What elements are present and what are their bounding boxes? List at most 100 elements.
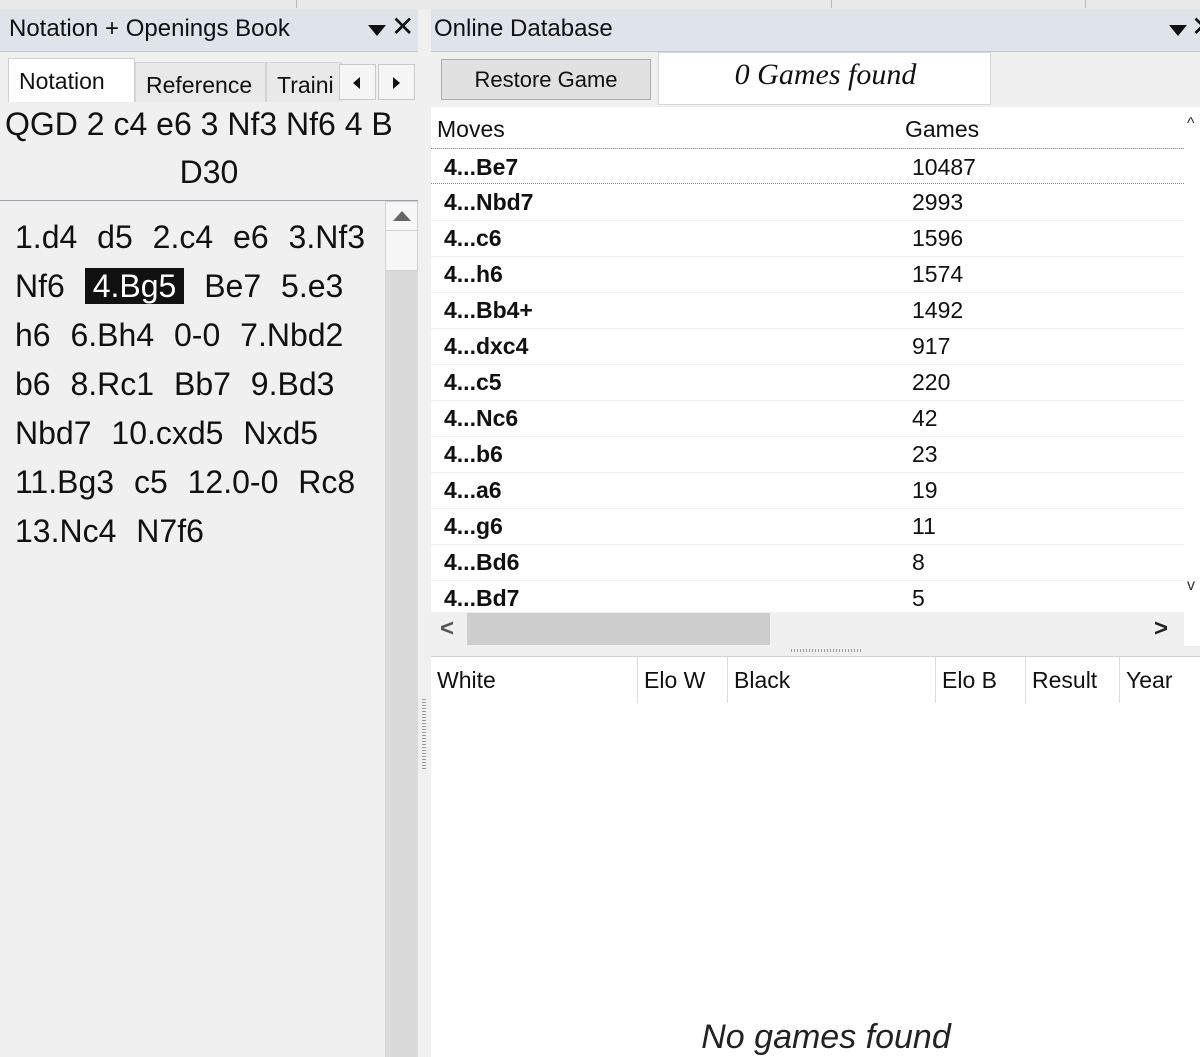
- move[interactable]: Be7: [204, 268, 261, 304]
- scrollbar-thumb[interactable]: [385, 231, 418, 271]
- table-row[interactable]: 4...Bd6 8: [431, 544, 1184, 581]
- move[interactable]: 6.Bh4: [70, 317, 154, 353]
- move[interactable]: Bb7: [174, 366, 231, 402]
- chevron-right-icon: [393, 77, 400, 89]
- games-count-cell: 5: [912, 585, 925, 611]
- opening-line: QGD 2 c4 e6 3 Nf3 Nf6 4 B: [5, 106, 393, 142]
- close-icon[interactable]: ✕: [391, 12, 414, 42]
- move-cell: 4...a6: [444, 477, 502, 503]
- table-row[interactable]: 4...Be7 10487: [431, 148, 1184, 184]
- move[interactable]: d5: [97, 219, 133, 255]
- column-header-moves[interactable]: Moves: [437, 107, 505, 147]
- tab-training[interactable]: Traini: [266, 62, 342, 102]
- column-header-white[interactable]: White: [431, 657, 637, 703]
- notation-tabbar: Notation Reference Traini: [0, 52, 420, 102]
- table-row[interactable]: 4...c6 1596: [431, 220, 1184, 257]
- move[interactable]: c5: [134, 464, 168, 500]
- move-cell: 4...h6: [444, 261, 503, 287]
- move[interactable]: 10.cxd5: [111, 415, 223, 451]
- move[interactable]: b6: [15, 366, 51, 402]
- column-header-year[interactable]: Year: [1119, 657, 1200, 703]
- chevron-up-icon: [393, 211, 411, 221]
- move-cell: 4...c5: [444, 369, 502, 395]
- scroll-up-button[interactable]: [385, 201, 418, 231]
- chevron-down-icon[interactable]: [1169, 25, 1187, 36]
- column-header-elo-white[interactable]: Elo W: [637, 657, 727, 703]
- games-count-cell: 1574: [912, 261, 964, 287]
- moves-table-hscrollbar[interactable]: < >: [431, 612, 1184, 646]
- tab-scroll-left-button[interactable]: [339, 64, 376, 100]
- move[interactable]: 1.d4: [15, 219, 77, 255]
- tab-scroll-right-button[interactable]: [378, 64, 415, 100]
- games-found-label: 0 Games found: [734, 58, 917, 91]
- move[interactable]: 9.Bd3: [251, 366, 335, 402]
- games-count-cell: 2993: [912, 189, 964, 215]
- selected-move[interactable]: 4.Bg5: [84, 268, 185, 304]
- move[interactable]: 2.c4: [153, 219, 213, 255]
- column-header-elo-black[interactable]: Elo B: [935, 657, 1025, 703]
- move-cell: 4...Be7: [444, 154, 519, 180]
- moves-table-scrollbar[interactable]: ^ v: [1184, 107, 1200, 612]
- move[interactable]: e6: [233, 219, 269, 255]
- chevron-left-icon[interactable]: <: [440, 615, 454, 643]
- table-row[interactable]: 4...Nc6 42: [431, 400, 1184, 437]
- chevron-down-icon[interactable]: [368, 25, 386, 36]
- table-row[interactable]: 4...h6 1574: [431, 256, 1184, 293]
- panel-title: Notation + Openings Book: [9, 15, 290, 42]
- games-count-cell: 42: [912, 405, 938, 431]
- move[interactable]: 0-0: [174, 317, 220, 353]
- horizontal-splitter[interactable]: [431, 646, 1200, 657]
- moves-table-header: Moves Games: [431, 107, 1184, 149]
- splitter-grip[interactable]: [422, 699, 426, 769]
- move-cell: 4...Bd7: [444, 585, 520, 611]
- tab-notation[interactable]: Notation: [8, 58, 135, 102]
- move[interactable]: Nbd7: [15, 415, 92, 451]
- move[interactable]: 11.Bg3: [15, 464, 114, 500]
- games-count-cell: 10487: [912, 154, 976, 180]
- move[interactable]: Rc8: [298, 464, 355, 500]
- move-list: 1.d4 d5 2.c4 e6 3.Nf3 Nf6 4.Bg5 Be7 5.e3…: [15, 213, 387, 556]
- online-database-panel: Online Database ✕ Restore Game 0 Games f…: [431, 9, 1200, 1057]
- column-header-games[interactable]: Games: [905, 107, 979, 147]
- move[interactable]: Nf6: [15, 268, 65, 304]
- notation-moves-area[interactable]: 1.d4 d5 2.c4 e6 3.Nf3 Nf6 4.Bg5 Be7 5.e3…: [5, 201, 385, 1057]
- move[interactable]: h6: [15, 317, 51, 353]
- table-row[interactable]: 4...dxc4 917: [431, 328, 1184, 365]
- splitter-grip[interactable]: [791, 649, 861, 652]
- move[interactable]: 7.Nbd2: [240, 317, 343, 353]
- table-row[interactable]: 4...a6 19: [431, 472, 1184, 509]
- table-row[interactable]: 4...b6 23: [431, 436, 1184, 473]
- move-cell: 4...Bb4+: [444, 297, 533, 323]
- database-toolbar: Restore Game 0 Games found: [431, 52, 1200, 107]
- move[interactable]: 3.Nf3: [289, 219, 365, 255]
- games-count-cell: 8: [912, 549, 925, 575]
- games-found-box: 0 Games found: [658, 52, 991, 105]
- move[interactable]: 8.Rc1: [70, 366, 154, 402]
- column-header-black[interactable]: Black: [727, 657, 935, 703]
- hscrollbar-thumb[interactable]: [467, 613, 770, 645]
- move[interactable]: 13.Nc4: [15, 513, 116, 549]
- games-count-cell: 917: [912, 333, 951, 359]
- move[interactable]: Nxd5: [243, 415, 318, 451]
- panel-splitter[interactable]: [418, 9, 432, 1057]
- column-header-result[interactable]: Result: [1025, 657, 1119, 703]
- close-icon[interactable]: ✕: [1191, 12, 1200, 42]
- chevron-right-icon[interactable]: >: [1154, 615, 1168, 643]
- move[interactable]: 5.e3: [281, 268, 343, 304]
- notation-scrollbar[interactable]: [385, 201, 418, 1057]
- games-count-cell: 1596: [912, 225, 964, 251]
- tab-reference[interactable]: Reference: [135, 62, 266, 102]
- table-row[interactable]: 4...Bd7 5: [431, 580, 1184, 612]
- table-row[interactable]: 4...Bb4+ 1492: [431, 292, 1184, 329]
- restore-game-button[interactable]: Restore Game: [441, 59, 651, 100]
- games-count-cell: 19: [912, 477, 938, 503]
- chevron-up-icon[interactable]: ^: [1187, 115, 1195, 133]
- move[interactable]: 12.0-0: [188, 464, 279, 500]
- move[interactable]: N7f6: [136, 513, 204, 549]
- table-row[interactable]: 4...g6 11: [431, 508, 1184, 545]
- games-count-cell: 1492: [912, 297, 964, 323]
- table-row[interactable]: 4...c5 220: [431, 364, 1184, 401]
- chevron-down-icon[interactable]: v: [1187, 577, 1195, 595]
- table-row[interactable]: 4...Nbd7 2993: [431, 184, 1184, 221]
- move-cell: 4...c6: [444, 225, 502, 251]
